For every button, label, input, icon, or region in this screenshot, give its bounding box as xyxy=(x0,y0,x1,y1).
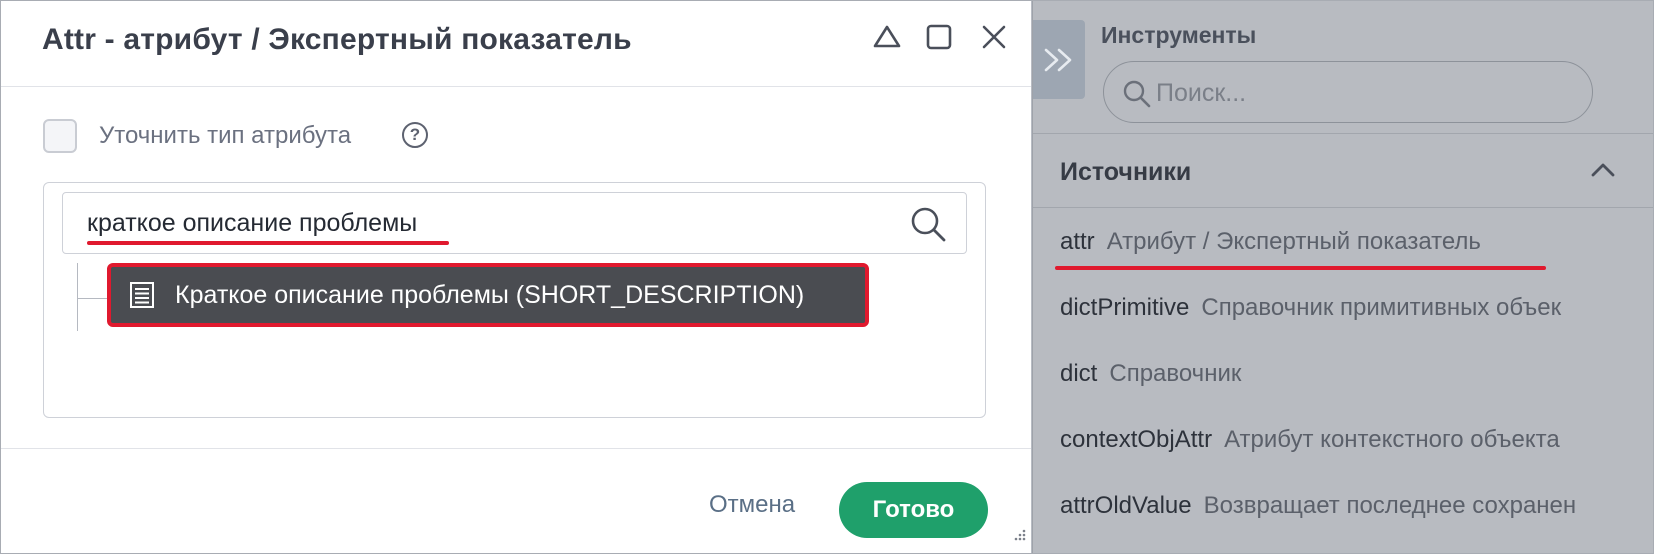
minimize-icon xyxy=(873,25,901,48)
tree-connector xyxy=(77,263,78,331)
close-button[interactable] xyxy=(976,19,1012,55)
cancel-button[interactable]: Отмена xyxy=(709,491,795,519)
tree-connector-branch xyxy=(77,298,107,299)
minimize-button[interactable] xyxy=(869,19,905,55)
source-item-attr[interactable]: attr Атрибут / Экспертный показатель xyxy=(1060,228,1481,256)
tools-search-input[interactable]: Поиск... xyxy=(1103,61,1593,123)
tools-divider xyxy=(1033,133,1654,134)
chevron-up-icon[interactable] xyxy=(1590,160,1616,183)
tree-item-label: Краткое описание проблемы (SHORT_DESCRIP… xyxy=(175,280,805,309)
source-key: dict xyxy=(1060,360,1098,387)
source-desc: Возвращает последнее сохранен xyxy=(1203,492,1577,519)
maximize-icon xyxy=(926,24,952,50)
help-icon[interactable]: ? xyxy=(402,122,428,148)
footer-divider xyxy=(1,448,1031,449)
source-key: attr xyxy=(1060,228,1095,255)
attribute-dialog: Attr - атрибут / Экспертный показатель У… xyxy=(0,0,1032,554)
source-item-attroldvalue[interactable]: attrOldValue Возвращает последнее сохране… xyxy=(1060,492,1576,520)
source-key: contextObjAttr xyxy=(1060,426,1213,453)
source-key: dictPrimitive xyxy=(1060,294,1190,321)
search-icon xyxy=(1122,79,1152,114)
source-desc: Атрибут контекстного объекта xyxy=(1224,426,1560,453)
tools-panel: Инструменты Поиск... Источники attr Атриб… xyxy=(1032,0,1654,554)
dialog-title: Attr - атрибут / Экспертный показатель xyxy=(42,23,632,56)
attribute-search-value: краткое описание проблемы xyxy=(87,209,418,237)
maximize-button[interactable] xyxy=(921,19,957,55)
document-list-icon xyxy=(129,281,155,309)
header-divider xyxy=(1,86,1031,87)
source-desc: Справочник примитивных объек xyxy=(1201,294,1562,321)
done-button[interactable]: Готово xyxy=(839,482,988,538)
resize-grip-icon[interactable] xyxy=(1011,528,1027,549)
search-highlight-underline xyxy=(87,241,449,245)
refine-type-checkbox[interactable] xyxy=(43,119,77,153)
tools-search-placeholder: Поиск... xyxy=(1156,79,1247,107)
refine-type-label: Уточнить тип атрибута xyxy=(99,122,352,149)
source-item-dictprimitive[interactable]: dictPrimitive Справочник примитивных объе… xyxy=(1060,294,1561,322)
sources-section-title[interactable]: Источники xyxy=(1060,158,1191,187)
source-key: attrOldValue xyxy=(1060,492,1192,519)
source-item-contextobjattr[interactable]: contextObjAttr Атрибут контекстного объек… xyxy=(1060,426,1560,454)
source-highlight-underline xyxy=(1055,266,1546,270)
close-icon xyxy=(982,25,1006,49)
search-icon[interactable] xyxy=(908,204,948,249)
sources-divider xyxy=(1033,207,1654,208)
source-item-dict[interactable]: dict Справочник xyxy=(1060,360,1241,388)
source-desc: Справочник xyxy=(1109,360,1242,387)
tree-item-short-description[interactable]: Краткое описание проблемы (SHORT_DESCRIP… xyxy=(107,263,869,327)
source-desc: Атрибут / Экспертный показатель xyxy=(1106,228,1481,255)
expand-panel-icon xyxy=(1044,48,1072,71)
expand-panel-button[interactable] xyxy=(1033,20,1085,99)
tools-title: Инструменты xyxy=(1101,22,1257,48)
